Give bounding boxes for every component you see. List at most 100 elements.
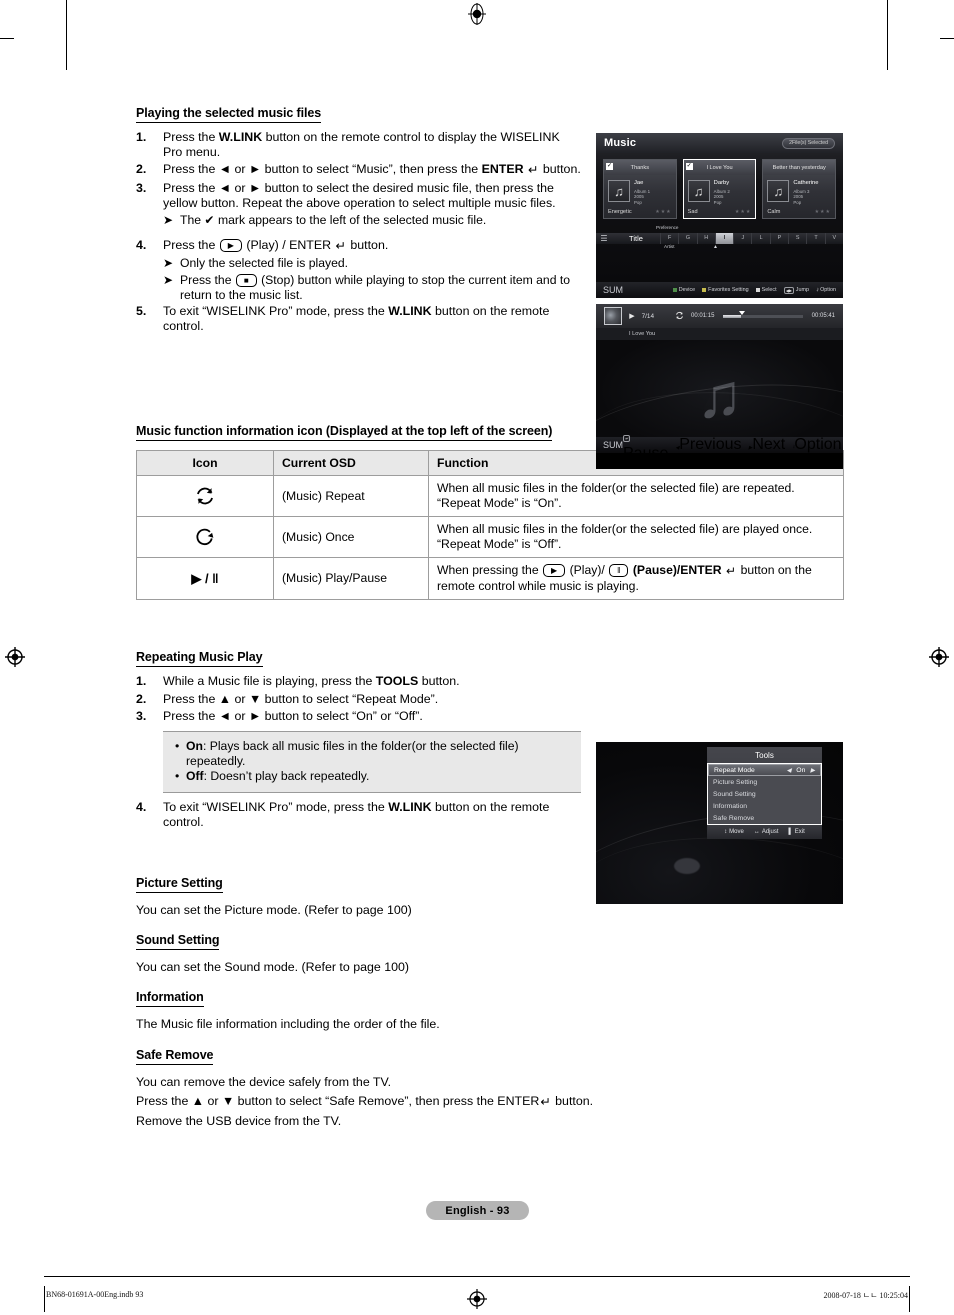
osd-label: (Music) Once bbox=[273, 516, 429, 559]
hint-label: Exit bbox=[794, 829, 805, 835]
music-card-artist: Jae bbox=[634, 180, 644, 186]
music-card-selected[interactable]: ✓ I Love You ♫ Darby Album 2 2005 Pop Sa… bbox=[682, 159, 757, 220]
note-arrow-icon: ➤ bbox=[163, 256, 174, 271]
action-device[interactable]: Device bbox=[672, 287, 696, 293]
step-item: 2. Press the ▲ or ▼ button to select “Re… bbox=[136, 692, 581, 707]
heading-sound-setting: Sound Setting bbox=[136, 933, 220, 951]
hint-exit: ▌ Exit bbox=[789, 829, 805, 835]
print-filename: BN68-01691A-00Eng.indb 93 bbox=[46, 1290, 144, 1299]
safe-remove-line-2-tail: button. bbox=[555, 1093, 594, 1108]
hint-move: ↕ Move bbox=[724, 829, 744, 835]
action-option[interactable]: ♮Option bbox=[792, 436, 841, 453]
decorative-blob bbox=[674, 858, 700, 874]
alphabet-key-l[interactable]: L bbox=[751, 233, 769, 245]
heading-picture-setting: Picture Setting bbox=[136, 876, 223, 894]
alphabet-key-g[interactable]: G bbox=[678, 233, 696, 245]
alphabet-key-t[interactable]: T bbox=[806, 233, 824, 245]
tools-menu-item[interactable]: Repeat Mode ◀ On ▶ bbox=[708, 764, 821, 776]
step-item: 3. Press the ◄ or ► button to select “On… bbox=[136, 709, 581, 724]
step-text: Press the ◄ or ► button to select “On” o… bbox=[163, 708, 423, 723]
music-card[interactable]: Better than yesterday ♫ Catherine Album … bbox=[762, 159, 837, 220]
registration-mark-right bbox=[928, 646, 950, 668]
checkbox-checked-icon[interactable]: ✓ bbox=[685, 162, 693, 170]
progress-bar-handle[interactable] bbox=[739, 310, 746, 315]
tv-screenshot-tools-menu: Tools Repeat Mode ◀ On ▶ Picture Setting Soun… bbox=[596, 742, 843, 904]
tools-menu-item-label: Sound Setting bbox=[713, 790, 756, 798]
section-repeating-music-play: Repeating Music Play 1. While a Music fi… bbox=[136, 648, 581, 830]
right-arrow-icon[interactable]: ▶ bbox=[810, 767, 815, 774]
action-previous[interactable]: ◀Previous bbox=[675, 436, 741, 453]
footer-divider bbox=[44, 1276, 910, 1277]
action-option[interactable]: ♮Option bbox=[816, 287, 836, 294]
heading-safe-remove: Safe Remove bbox=[136, 1048, 214, 1065]
music-card-title: Better than yesterday bbox=[772, 164, 826, 171]
bullet-icon: • bbox=[175, 769, 180, 784]
column-header-current-osd: Current OSD bbox=[273, 450, 429, 477]
alphabet-key-f[interactable]: F bbox=[660, 233, 678, 245]
step-number: 4. bbox=[136, 799, 147, 814]
music-card[interactable]: ✓ Thanks ♫ Jae Album 1 2005 Pop Energeti… bbox=[603, 159, 677, 220]
left-arrow-icon[interactable]: ◀ bbox=[787, 767, 792, 774]
selection-caret-icon: ▲ bbox=[713, 244, 718, 251]
alphabet-jump-strip[interactable]: FGHIJLPSTV bbox=[660, 233, 843, 245]
tip-item: • Off: Doesn’t play back repeatedly. bbox=[175, 769, 569, 784]
tools-menu-footer: ↕ Move ↔ Adjust ▌ Exit bbox=[707, 825, 822, 839]
tip-text: : Plays back all music files in the fold… bbox=[186, 739, 519, 769]
progress-bar-track[interactable] bbox=[723, 310, 803, 318]
alphabet-key-i[interactable]: I bbox=[714, 233, 734, 245]
music-card-rating: ★★★ bbox=[734, 209, 752, 216]
exit-key-icon: ▌ bbox=[788, 829, 793, 835]
list-menu-icon[interactable]: ☰ bbox=[596, 234, 612, 243]
tools-menu-item[interactable]: Sound Setting bbox=[708, 788, 821, 800]
checkbox-checked-icon[interactable]: ✓ bbox=[606, 162, 613, 170]
step-text: Press the ▲ or ▼ button to select “Repea… bbox=[163, 691, 439, 706]
action-next[interactable]: ▶Next bbox=[748, 436, 785, 453]
alphabet-key-s[interactable]: S bbox=[788, 233, 806, 245]
tools-menu-item[interactable]: Safe Remove bbox=[708, 812, 821, 824]
action-favorites-setting[interactable]: Favorites Setting bbox=[702, 287, 749, 293]
sort-preference-label[interactable]: Preference bbox=[656, 225, 678, 230]
sort-artist-label[interactable]: Artist bbox=[664, 244, 674, 249]
music-note-icon: ♫ bbox=[767, 180, 790, 202]
note-arrow-icon: ➤ bbox=[163, 272, 174, 287]
section-sound-setting: Sound Setting You can set the Sound mode… bbox=[136, 931, 844, 975]
music-card-footer: Calm ★★★ bbox=[763, 208, 835, 218]
total-time: 00:05:41 bbox=[811, 313, 835, 319]
music-card-title: Thanks bbox=[630, 164, 649, 171]
enter-key-icon: ↵ bbox=[623, 435, 631, 442]
note-text: Press the ■ (Stop) button while playing … bbox=[180, 273, 581, 303]
action-pause[interactable]: ↵ Pause bbox=[623, 427, 668, 453]
action-select[interactable]: Select bbox=[755, 287, 777, 293]
alphabet-key-v[interactable]: V bbox=[824, 233, 843, 245]
tv-screenshot-music-list: Music 2File(s) Selected ✓ Thanks ♫ Jae A… bbox=[596, 133, 843, 298]
section-playing: Playing the selected music files 1. Pres… bbox=[136, 104, 581, 334]
step-number: 3. bbox=[136, 180, 147, 195]
alphabet-key-j[interactable]: J bbox=[733, 233, 751, 245]
music-card-meta: Jae Album 1 2005 Pop bbox=[634, 180, 650, 205]
alphabet-key-h[interactable]: H bbox=[696, 233, 715, 245]
step-number: 1. bbox=[136, 674, 147, 689]
step-text: Press the ◄ or ► button to select “Music… bbox=[163, 162, 581, 178]
safe-remove-line-3: Remove the USB device from the TV. bbox=[136, 1113, 342, 1128]
player-bottom-bar: SUM ↵Pause ◀Previous ▶Next ♮Option ↶Retu… bbox=[596, 435, 843, 453]
safe-remove-line-2-text: Press the ▲ or ▼ button to select “Safe … bbox=[136, 1093, 540, 1108]
tools-menu-item[interactable]: Picture Setting bbox=[708, 776, 821, 788]
footer-bar-right bbox=[909, 1286, 910, 1312]
tools-menu-item[interactable]: Information bbox=[708, 800, 821, 812]
registration-mark-bottom bbox=[466, 1288, 488, 1310]
player-header: ▶ 7/14 00:01:15 00:05:41 bbox=[596, 304, 843, 328]
tools-menu-item-label: Repeat Mode bbox=[714, 766, 755, 774]
music-card-footer: Sad ★★★ bbox=[684, 208, 756, 218]
action-label: Device bbox=[678, 287, 696, 293]
sort-title-label[interactable]: Title bbox=[612, 234, 660, 243]
heading-repeating-music-play: Repeating Music Play bbox=[136, 650, 263, 668]
note-arrow-icon: ➤ bbox=[163, 213, 174, 228]
step-text: Press the ▶ (Play) / ENTER ↵ button. bbox=[163, 238, 581, 254]
bullet-icon: • bbox=[175, 739, 180, 754]
action-label: Option bbox=[794, 436, 842, 453]
alphabet-key-p[interactable]: P bbox=[769, 233, 788, 245]
repeat-mode-icon bbox=[675, 311, 684, 322]
step4-tail: button. bbox=[350, 238, 389, 253]
action-jump[interactable]: ◀▶ Jump bbox=[783, 286, 809, 294]
music-card-body: ♫ Catherine Album 3 2005 Pop bbox=[763, 175, 835, 208]
